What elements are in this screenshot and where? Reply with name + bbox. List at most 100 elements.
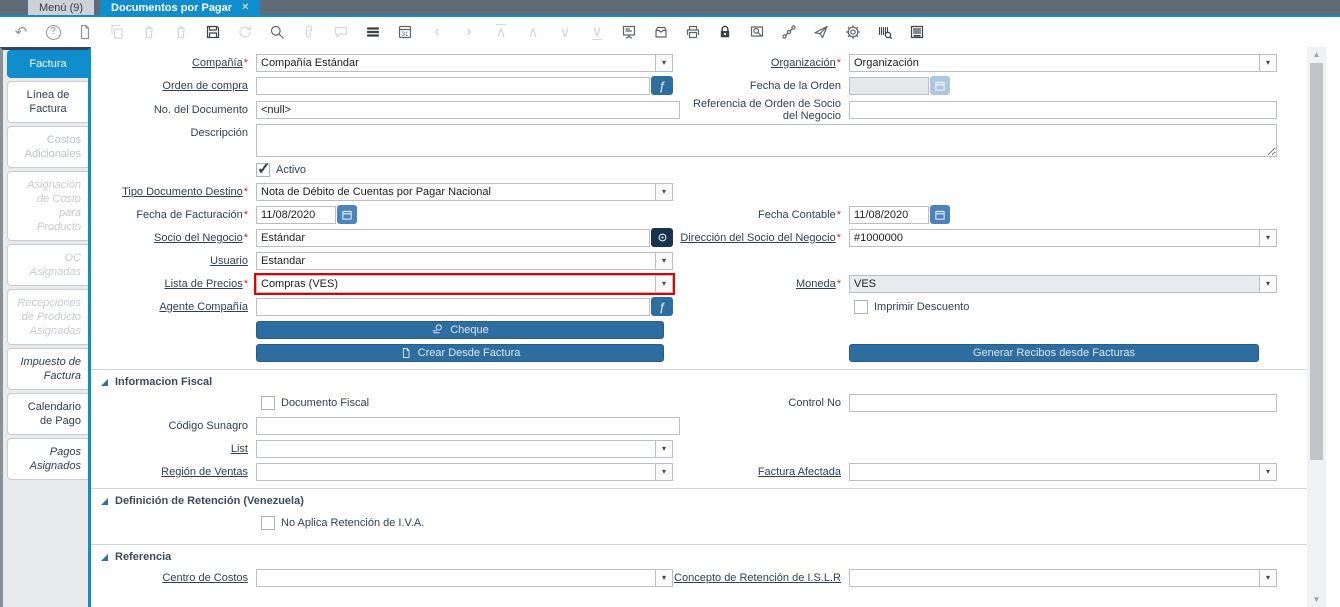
tab-documentos-por-pagar[interactable]: Documentos por Pagar ✕ [100, 0, 261, 15]
vertical-scrollbar[interactable]: ▲ ▼ [1307, 47, 1326, 607]
descripcion-textarea[interactable] [256, 124, 1277, 157]
chevron-down-icon[interactable]: ▾ [655, 183, 672, 200]
chevron-down-icon[interactable]: ▾ [655, 252, 672, 269]
concepto-islr-label[interactable]: Concepto de Retención de I.S.L.R [673, 572, 849, 584]
chevron-down-icon[interactable]: ▾ [1259, 569, 1276, 586]
section-header-definicion-retencion[interactable]: Definición de Retención (Venezuela) [91, 489, 1340, 510]
workflow-icon[interactable] [780, 23, 798, 41]
settings-icon[interactable] [844, 23, 862, 41]
summary-icon[interactable] [908, 23, 926, 41]
chevron-down-icon[interactable]: ▾ [655, 440, 672, 457]
chevron-down-icon[interactable]: ▾ [655, 463, 672, 480]
tipo-documento-select[interactable]: Nota de Débito de Cuentas por Pagar Naci… [256, 182, 673, 201]
sidebar-item-linea-de-factura[interactable]: Línea de Factura [7, 81, 88, 123]
generar-recibos-button[interactable]: Generar Recibos desde Facturas [849, 343, 1259, 362]
orden-compra-field[interactable] [256, 76, 650, 95]
scroll-down-icon[interactable]: ▼ [1307, 595, 1326, 604]
sidebar-item-pagos-asignados[interactable]: Pagos Asignados [7, 438, 88, 480]
fecha-facturacion-calendar-button[interactable] [337, 205, 357, 224]
no-documento-field[interactable]: <null> [256, 100, 680, 119]
usuario-label[interactable]: Usuario [91, 255, 256, 267]
chevron-down-icon[interactable]: ▾ [1259, 229, 1276, 246]
factura-afectada-select[interactable]: ▾ [849, 462, 1277, 481]
fecha-contable-calendar-button[interactable] [930, 205, 950, 224]
orden-compra-search-button[interactable]: ƒ [651, 76, 673, 95]
collapse-triangle-icon[interactable] [101, 553, 108, 561]
codigo-sunagro-field[interactable] [256, 416, 680, 435]
lock-icon[interactable] [716, 23, 734, 41]
socio-negocio-field[interactable]: Estándar [256, 228, 650, 247]
agente-compania-search-button[interactable]: ƒ [651, 297, 673, 316]
sidebar-item-factura[interactable]: Factura [7, 50, 88, 78]
tipo-documento-label[interactable]: Tipo Documento Destino [91, 186, 256, 198]
direccion-socio-label[interactable]: Dirección del Socio del Negocio [673, 232, 849, 244]
tab-menu[interactable]: Menú (9) [28, 0, 95, 15]
activo-checkbox[interactable]: Activo [256, 159, 306, 179]
new-record-icon[interactable] [76, 23, 94, 41]
close-icon[interactable]: ✕ [241, 2, 249, 14]
socio-negocio-info-button[interactable] [651, 228, 673, 247]
scrollbar-thumb[interactable] [1310, 63, 1323, 460]
chevron-down-icon[interactable]: ▾ [1259, 275, 1276, 292]
lista-precios-select[interactable]: Compras (VES) ▾ [256, 274, 673, 293]
compania-select[interactable]: Compañía Estándar ▾ [256, 53, 673, 72]
chevron-down-icon[interactable]: ▾ [655, 54, 672, 71]
lista-precios-label[interactable]: Lista de Precios [91, 278, 256, 290]
section-header-referencia[interactable]: Referencia [91, 545, 1340, 566]
chevron-down-icon[interactable]: ▾ [1259, 54, 1276, 71]
crear-desde-factura-button[interactable]: Crear Desde Factura [256, 343, 664, 362]
usuario-select[interactable]: Estandar ▾ [256, 251, 673, 270]
print-icon[interactable] [684, 23, 702, 41]
report-icon[interactable] [876, 23, 894, 41]
help-icon[interactable]: ? [44, 23, 62, 41]
organizacion-label[interactable]: Organización [673, 57, 849, 69]
section-title: Definición de Retención (Venezuela) [115, 495, 304, 507]
fecha-facturacion-field[interactable]: 11/08/2020 [256, 205, 336, 224]
agente-compania-label[interactable]: Agente Compañía [91, 301, 256, 313]
imprimir-descuento-checkbox[interactable]: Imprimir Descuento [854, 299, 970, 314]
chevron-down-icon[interactable]: ▾ [1259, 463, 1276, 480]
direccion-socio-select[interactable]: #1000000 ▾ [849, 228, 1277, 247]
fecha-contable-field[interactable]: 11/08/2020 [849, 205, 929, 224]
calendar-icon [935, 81, 945, 91]
cheque-button[interactable]: Cheque [256, 320, 664, 339]
no-aplica-iva-checkbox[interactable]: No Aplica Retención de I.V.A. [261, 516, 424, 530]
agente-compania-field[interactable] [256, 297, 650, 316]
moneda-label[interactable]: Moneda [673, 278, 849, 290]
orden-compra-label[interactable]: Orden de compra [91, 80, 256, 92]
referencia-orden-field[interactable] [849, 100, 1277, 119]
undo-icon[interactable]: ↶ [12, 23, 30, 41]
detail-panel-icon[interactable] [620, 23, 638, 41]
concepto-islr-select[interactable]: ▾ [849, 568, 1277, 587]
refresh-icon [236, 23, 254, 41]
calendar-icon[interactable]: 31 [396, 23, 414, 41]
archive-icon[interactable] [652, 23, 670, 41]
list-select[interactable]: ▾ [256, 439, 673, 458]
factura-afectada-label[interactable]: Factura Afectada [673, 466, 849, 478]
centro-costos-select[interactable]: ▾ [256, 568, 673, 587]
region-ventas-select[interactable]: ▾ [256, 462, 673, 481]
grid-view-icon[interactable] [364, 23, 382, 41]
chevron-down-icon[interactable]: ▾ [655, 569, 672, 586]
socio-negocio-label[interactable]: Socio del Negocio [91, 232, 256, 244]
search-icon[interactable] [268, 23, 286, 41]
sidebar-item-calendario-de-pago[interactable]: Calendario de Pago [7, 393, 88, 435]
organizacion-select[interactable]: Organización ▾ [849, 53, 1277, 72]
chevron-down-icon[interactable]: ▾ [655, 275, 672, 292]
send-icon[interactable] [812, 23, 830, 41]
save-icon[interactable] [204, 23, 222, 41]
centro-costos-label[interactable]: Centro de Costos [91, 572, 256, 584]
scroll-up-icon[interactable]: ▲ [1307, 50, 1326, 59]
moneda-select[interactable]: VES ▾ [849, 274, 1277, 293]
control-no-field[interactable] [849, 393, 1277, 412]
compania-label[interactable]: Compañía [91, 57, 256, 69]
section-header-informacion-fiscal[interactable]: Informacion Fiscal [91, 370, 1340, 391]
region-ventas-label[interactable]: Región de Ventas [91, 466, 256, 478]
sidebar-item-impuesto-de-factura[interactable]: Impuesto de Factura [7, 348, 88, 390]
print-preview-icon[interactable] [748, 23, 766, 41]
imprimir-descuento-label: Imprimir Descuento [874, 300, 970, 313]
collapse-triangle-icon[interactable] [101, 378, 108, 386]
list-label[interactable]: List [91, 443, 256, 455]
collapse-triangle-icon[interactable] [101, 497, 108, 505]
documento-fiscal-checkbox[interactable]: Documento Fiscal [261, 395, 369, 410]
